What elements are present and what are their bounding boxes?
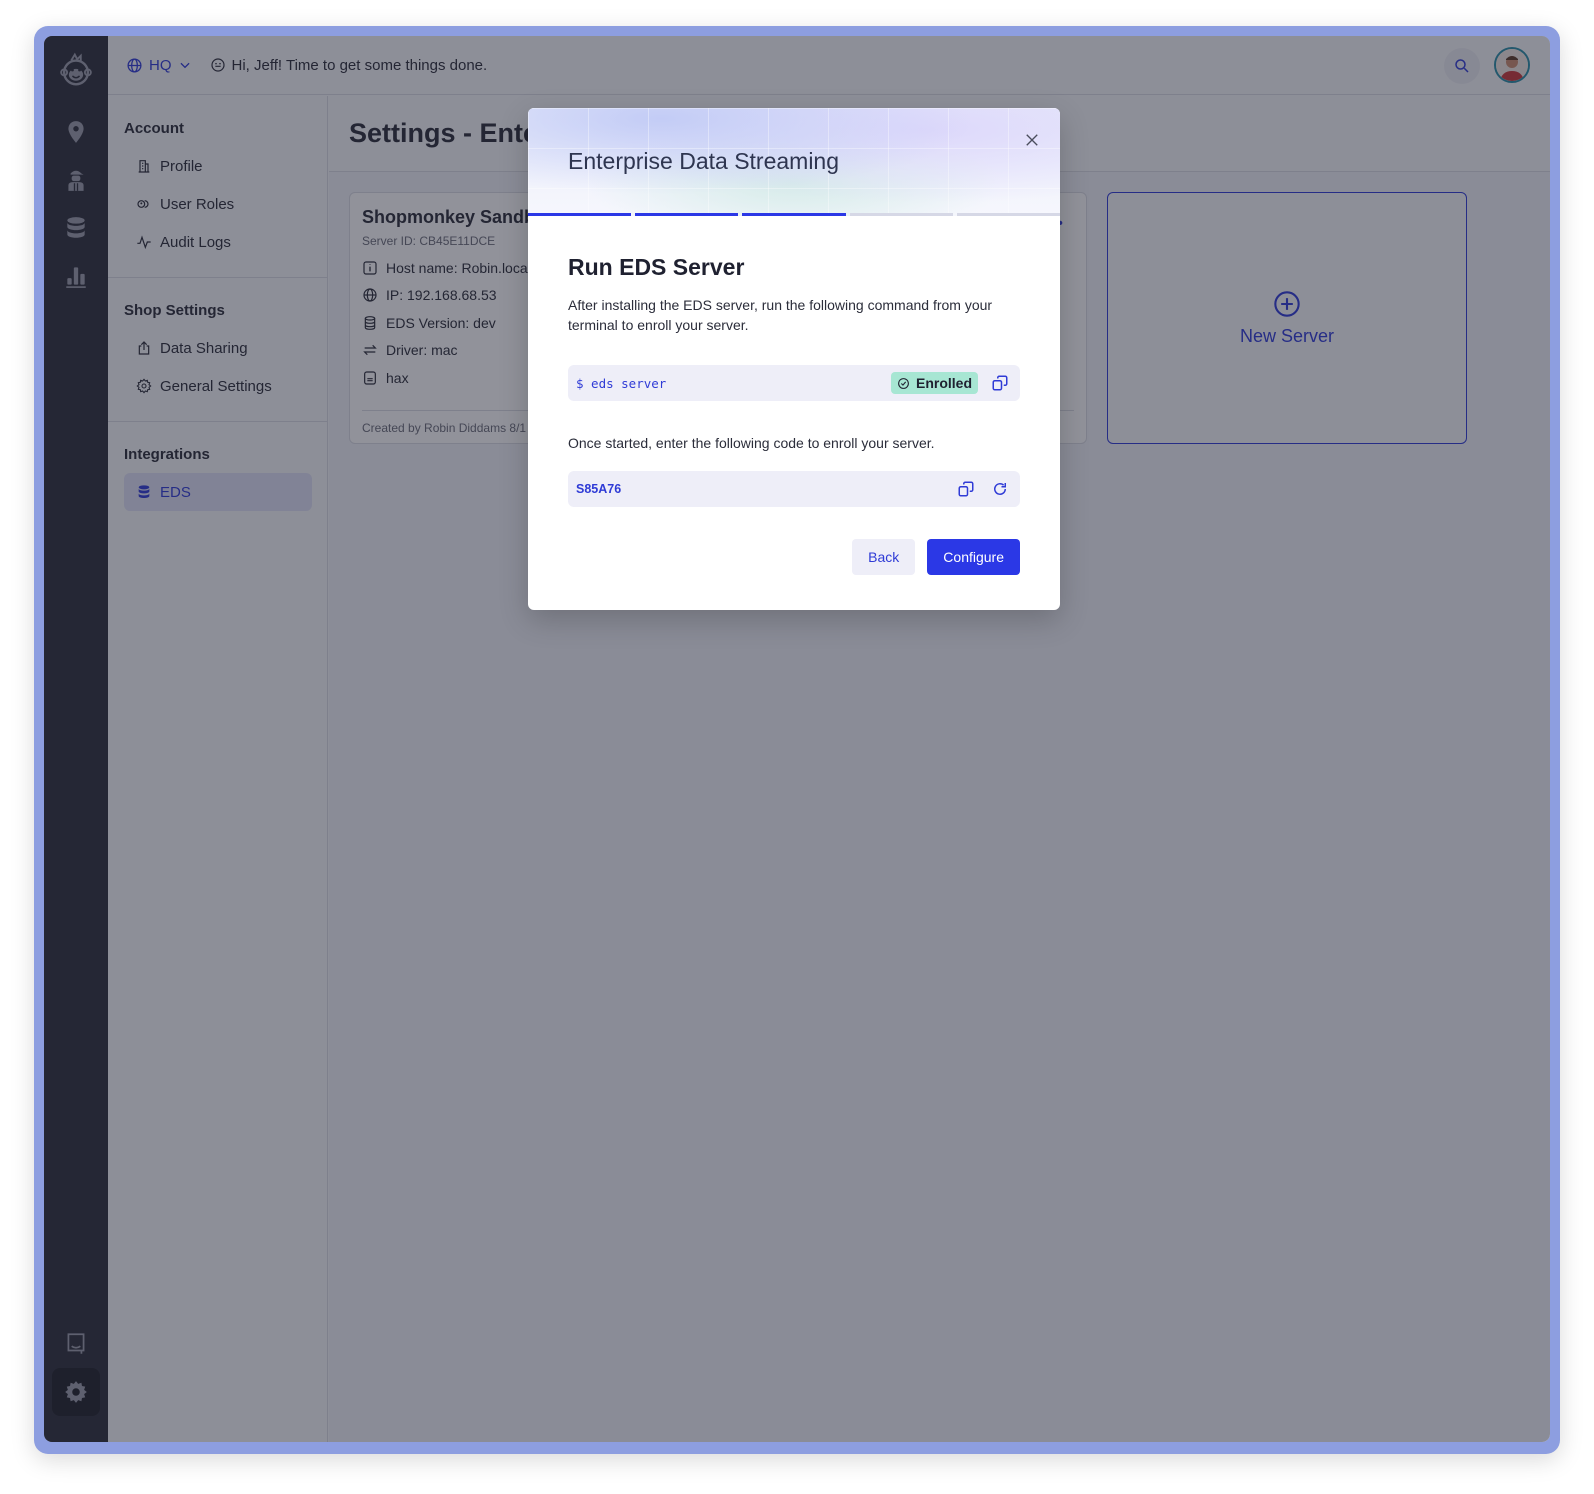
enroll-code: S85A76 [576,482,622,496]
command-box: $ eds server Enrolled [568,365,1020,401]
configure-button[interactable]: Configure [927,539,1020,575]
status-label: Enrolled [915,375,972,391]
close-button[interactable] [1022,130,1042,150]
copy-icon [992,375,1008,391]
window-frame: HQ Hi, Jeff! Time to get some things don… [34,26,1560,1454]
enroll-code-box: S85A76 [568,471,1020,507]
modal-title: Enterprise Data Streaming [568,148,840,174]
app: HQ Hi, Jeff! Time to get some things don… [44,36,1550,1442]
code-actions [954,477,1012,501]
copy-code-button[interactable] [954,477,978,501]
close-icon [1026,134,1038,146]
step-segment [635,213,739,216]
copy-command-button[interactable] [988,371,1012,395]
modal-body: Run EDS Server After installing the EDS … [528,216,1060,575]
eds-setup-modal: Enterprise Data Streaming Run EDS Server… [528,108,1060,610]
refresh-code-button[interactable] [988,477,1012,501]
step-segment [956,213,1060,216]
step-description: After installing the EDS server, run the… [568,297,993,333]
code-description: Once started, enter the following code t… [568,435,935,451]
modal-actions: Back Configure [568,539,1020,575]
command-text: $ eds server [576,375,667,391]
modal-header: Enterprise Data Streaming [528,108,1060,216]
back-button[interactable]: Back [852,539,916,575]
step-heading: Run EDS Server [568,254,745,280]
command-actions: Enrolled [890,371,1012,395]
step-segment [742,213,846,216]
copy-icon [958,481,974,497]
step-segment [849,213,953,216]
step-progress [528,213,1060,216]
refresh-icon [994,483,1006,495]
step-segment [528,213,632,216]
enrolled-status-badge: Enrolled [890,372,978,394]
check-circle-icon [898,377,909,389]
